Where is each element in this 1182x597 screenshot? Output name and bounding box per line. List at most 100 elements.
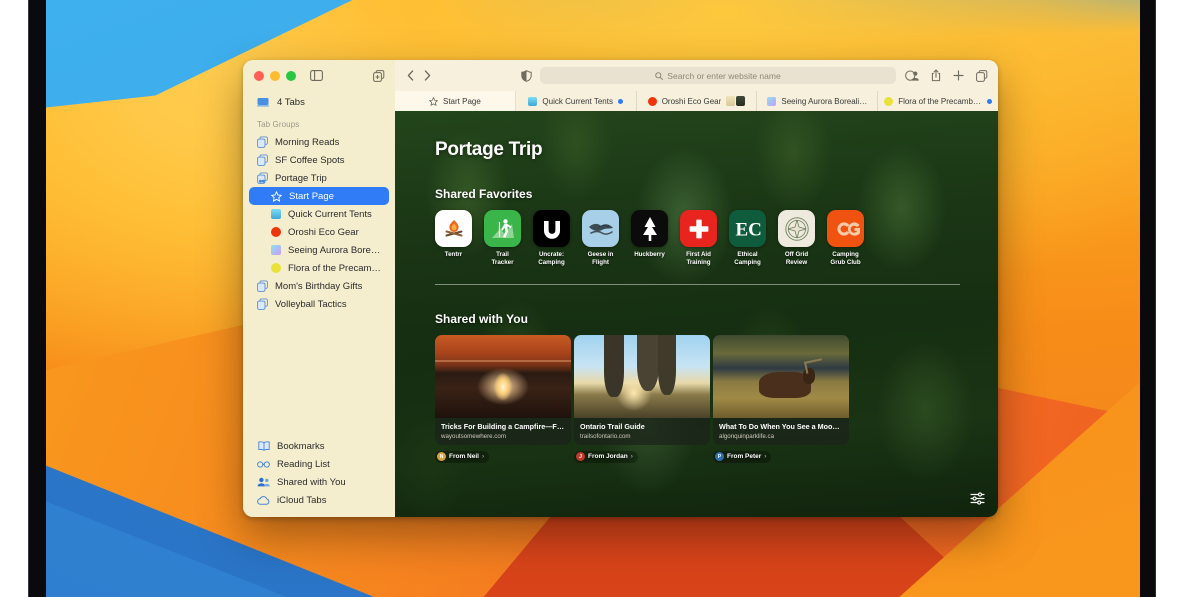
zoom-window-button[interactable] [286,70,296,81]
tab-start-page[interactable]: Start Page [395,91,516,111]
tab-group-icon [257,280,268,292]
ec-letters-icon: EC [735,219,761,239]
favorite-trail-tracker[interactable]: Trail Tracker [484,210,521,266]
favorite-label: Tentrr [444,251,463,258]
forward-button[interactable] [424,70,431,81]
share-icon[interactable] [931,69,941,82]
tab-group-shared-icon [257,172,268,184]
address-bar[interactable]: Search or enter website name [540,67,896,84]
shared-favorites-row: Tentrr Trail Tracker Uncrate: Camping Geese i… [435,210,960,266]
shared-with-you-section: Shared with You Tricks For Building a Ca… [435,312,960,463]
favorite-tile[interactable] [778,210,815,247]
sidebar-item-label: Seeing Aurora Bore… [288,244,381,256]
close-window-button[interactable] [254,70,264,81]
tab-seeing-aurora-boreali[interactable]: Seeing Aurora Boreali… [757,91,879,111]
favorite-tile[interactable]: EC [729,210,766,247]
sidebar-all-tabs-row[interactable]: 4 Tabs [243,91,395,113]
favorite-tile[interactable] [582,210,619,247]
favorite-off-grid-review[interactable]: Off Grid Review [778,210,815,266]
tab-quick-current-tents[interactable]: Quick Current Tents [516,91,637,111]
sidebar-item-icloud-tabs[interactable]: iCloud Tabs [249,491,389,509]
sidebar-item-label: SF Coffee Spots [275,154,345,166]
favorite-huckberry[interactable]: Huckberry [631,210,668,266]
avatar: N [437,452,446,461]
cross-icon [688,218,710,240]
unread-dot-icon [617,98,623,104]
shared-card-from-badge[interactable]: N From Neil › [435,450,489,463]
sidebar-item-volleyball-tactics[interactable]: Volleyball Tactics [249,295,389,313]
favorite-tile[interactable] [827,210,864,247]
shared-card-from-badge[interactable]: P From Peter › [713,450,772,463]
favorite-first-aid-training[interactable]: First Aid Training [680,210,717,266]
tab-group-list: Morning Reads SF Coffee Spots Portage Trip… [243,132,395,437]
sidebar-item-bookmarks[interactable]: Bookmarks [249,437,389,455]
favorite-label: Trail Tracker [491,251,514,266]
sidebar-item-label: Flora of the Precam… [288,262,381,274]
minimize-window-button[interactable] [270,70,280,81]
favorite-label: Ethical Camping [734,251,761,266]
tab-overview-icon[interactable] [976,69,988,82]
shared-card-meta: Ontario Trail Guide trailsofontario.com [574,418,710,445]
tab-label: Oroshi Eco Gear [661,96,722,106]
safari-window: 4 Tabs Tab Groups Morning Reads SF Coffee… [243,60,998,517]
unread-dot-icon [986,98,992,104]
tab-label: Start Page [442,96,481,106]
favorite-label: Off Grid Review [784,251,809,266]
window-traffic-lights[interactable] [254,70,296,81]
cg-letters-icon [832,218,860,240]
sidebar-item-portage-trip[interactable]: Portage Trip [249,169,389,187]
sidebar-item-label: Shared with You [277,476,346,488]
sidebar-toggle-icon[interactable] [310,70,323,81]
chevron-right-icon: › [630,453,633,460]
tab-oroshi-eco-gear[interactable]: Oroshi Eco Gear [637,91,758,111]
star-icon [429,96,438,106]
shared-card-title: Tricks For Building a Campfire—F… [441,422,565,431]
shared-card-image [435,335,571,418]
favorite-tile[interactable] [484,210,521,247]
share-with-person-icon[interactable] [905,70,919,82]
sidebar-item-seeing-aurora-bore[interactable]: Seeing Aurora Bore… [249,241,389,259]
sidebar-item-start-page[interactable]: Start Page [249,187,389,205]
favicon-icon [767,96,777,106]
start-page-settings-icon[interactable] [969,490,986,507]
tab-flora-of-the-precambi[interactable]: Flora of the Precambi… [878,91,998,111]
sidebar-item-label: Quick Current Tents [288,208,372,220]
favorite-ethical-camping[interactable]: EC Ethical Camping [729,210,766,266]
shared-card-from-badge[interactable]: J From Jordan › [574,450,638,463]
sidebar-item-shared-with-you[interactable]: Shared with You [249,473,389,491]
favorite-uncrate-camping[interactable]: Uncrate: Camping [533,210,570,266]
favorite-camping-grub-club[interactable]: Camping Grub Club [827,210,864,266]
sidebar-item-oroshi-eco-gear[interactable]: Oroshi Eco Gear [249,223,389,241]
tab-groups-section-title: Tab Groups [257,120,300,129]
shared-card[interactable]: Tricks For Building a Campfire—F… wayouts… [435,335,571,463]
sidebar-item-label: Bookmarks [277,440,325,452]
new-tab-icon[interactable] [953,70,964,81]
back-button[interactable] [407,70,414,81]
new-tab-group-icon[interactable] [373,69,385,82]
favorite-tile[interactable] [680,210,717,247]
favorite-tile[interactable] [631,210,668,247]
favorite-label: Uncrate: Camping [538,251,565,266]
sidebar-item-morning-reads[interactable]: Morning Reads [249,133,389,151]
sidebar-item-flora-of-the-precam[interactable]: Flora of the Precam… [249,259,389,277]
sidebar-item-sf-coffee-spots[interactable]: SF Coffee Spots [249,151,389,169]
tabs-window-icon [257,97,269,107]
shared-card[interactable]: Ontario Trail Guide trailsofontario.com J F… [574,335,710,463]
privacy-report-icon[interactable] [521,69,532,82]
favicon-icon [884,96,894,106]
tab-group-icon [257,136,268,148]
sidebar-item-mom-s-birthday-gifts[interactable]: Mom's Birthday Gifts [249,277,389,295]
shared-participants-icon [726,96,746,106]
tab-group-icon [257,154,268,166]
sidebar-item-quick-current-tents[interactable]: Quick Current Tents [249,205,389,223]
favorite-tile[interactable] [435,210,472,247]
shared-card[interactable]: What To Do When You See a Moo… algonquinp… [713,335,849,463]
favorite-tentrr[interactable]: Tentrr [435,210,472,266]
favorite-tile[interactable] [533,210,570,247]
sidebar-item-reading-list[interactable]: Reading List [249,455,389,473]
favorite-geese-in-flight[interactable]: Geese in Flight [582,210,619,266]
compass-icon [784,216,810,242]
shared-card-url: trailsofontario.com [580,432,631,440]
favicon-icon [271,209,281,219]
tabs-count-label: 4 Tabs [277,96,305,108]
